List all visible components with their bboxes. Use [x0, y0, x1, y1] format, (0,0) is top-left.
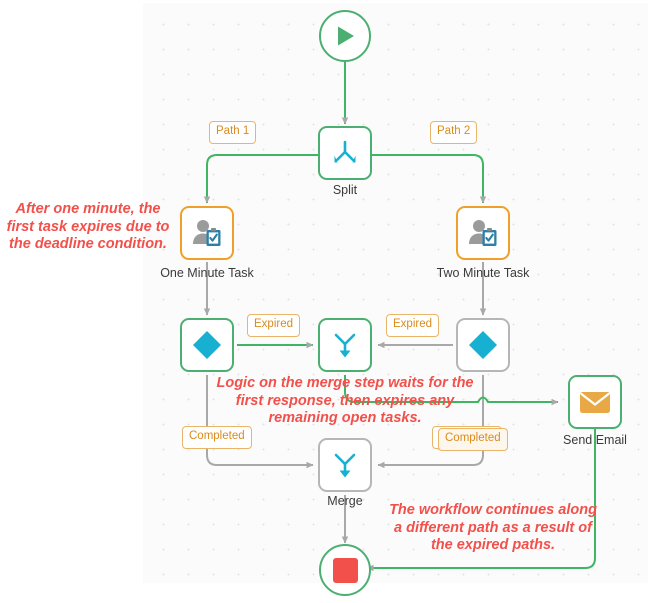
- edge-label-expired-right: Expired: [386, 314, 439, 337]
- edge-label-path-2: Path 2: [430, 121, 478, 144]
- node-gateway-left[interactable]: [180, 318, 234, 372]
- annotation-continue: The workflow continues along a different…: [389, 502, 597, 554]
- node-one-minute-task[interactable]: [180, 206, 234, 260]
- node-send-email[interactable]: [568, 375, 622, 429]
- merge-icon: [334, 333, 356, 358]
- node-merge-label: Merge: [327, 494, 363, 508]
- node-gateway-right[interactable]: [456, 318, 510, 372]
- edge-label-completed-email: Completed: [438, 428, 508, 451]
- edge-label-expired-left: Expired: [247, 314, 300, 337]
- workflow-diagram: Split One Minute Task Two Minute Task Me…: [0, 0, 648, 603]
- node-merge[interactable]: [318, 438, 372, 492]
- node-two-minute-task[interactable]: [456, 206, 510, 260]
- node-split-label: Split: [332, 183, 358, 197]
- diagram-canvas[interactable]: [143, 3, 648, 583]
- annotation-merge-logic: Logic on the merge step waits for the fi…: [216, 375, 474, 427]
- diamond-gateway-icon: [193, 331, 221, 359]
- user-task-icon: [193, 220, 221, 246]
- node-send-email-label: Send Email: [563, 433, 627, 447]
- edge-label-path-1: Path 1: [209, 121, 257, 144]
- node-two-minute-task-label: Two Minute Task: [436, 266, 530, 280]
- annotation-deadline: After one minute, the first task expires…: [6, 201, 170, 253]
- user-task-icon: [469, 220, 497, 246]
- node-one-minute-task-label: One Minute Task: [160, 266, 254, 280]
- merge-icon: [334, 453, 356, 478]
- stop-icon: [332, 557, 358, 583]
- node-end[interactable]: [319, 544, 371, 596]
- node-split[interactable]: [318, 126, 372, 180]
- play-icon: [338, 26, 354, 46]
- split-icon: [334, 140, 356, 163]
- diamond-gateway-icon: [469, 331, 497, 359]
- envelope-icon: [580, 392, 610, 413]
- node-expire-merge[interactable]: [318, 318, 372, 372]
- edge-label-completed-left: Completed: [182, 426, 252, 449]
- node-start[interactable]: [319, 10, 371, 62]
